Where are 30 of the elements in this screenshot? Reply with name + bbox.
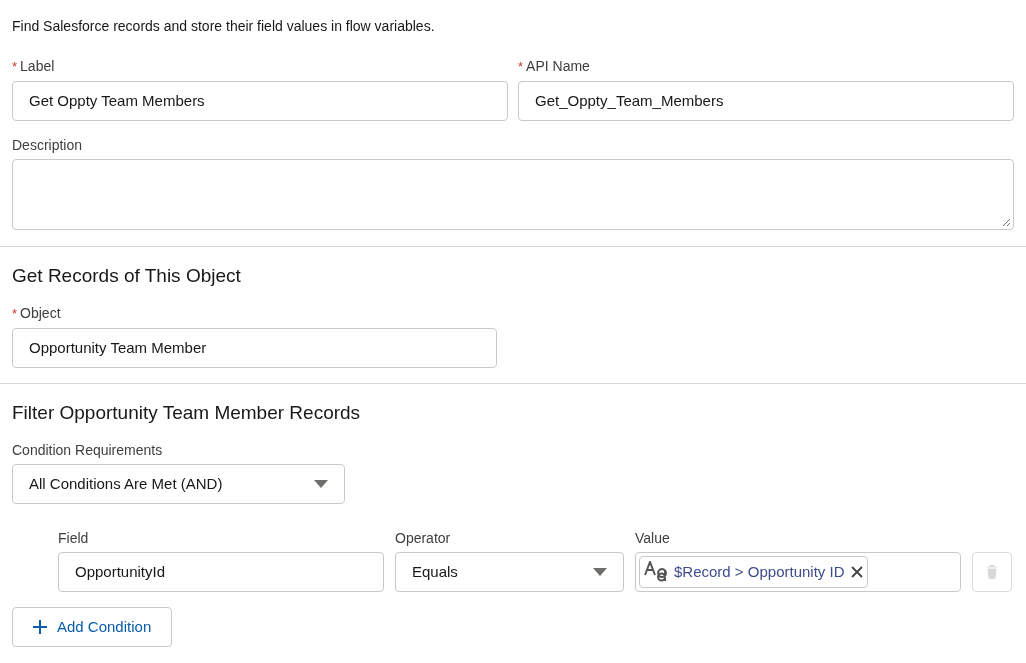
text-input[interactable]: Get Oppty Team Members <box>12 81 508 121</box>
field-label: Object <box>20 304 61 323</box>
caret-down-icon <box>314 480 328 488</box>
value-pill[interactable]: $Record > Opportunity ID <box>639 556 868 588</box>
required-asterisk: * <box>12 58 18 76</box>
resize-handle-icon[interactable] <box>1002 218 1011 227</box>
add-condition-button[interactable]: Add Condition <box>12 607 173 647</box>
operator-dropdown[interactable]: Equals <box>395 552 624 592</box>
text-input[interactable]: Opportunity Team Member <box>12 328 497 368</box>
value-input[interactable]: $Record > Opportunity ID <box>635 552 961 592</box>
caret-down-icon <box>593 568 607 576</box>
text-type-icon <box>644 561 668 583</box>
condition-requirements-dropdown[interactable]: All Conditions Are Met (AND) <box>12 464 345 504</box>
trash-icon <box>986 565 998 579</box>
required-asterisk: * <box>518 58 524 76</box>
field-label: Description <box>12 136 83 155</box>
close-icon[interactable] <box>850 566 863 578</box>
field-label: Condition Requirements <box>12 441 163 460</box>
column-label: Value <box>635 529 671 548</box>
intro-text: Find Salesforce records and store their field values in flow variables. <box>12 17 436 36</box>
required-asterisk: * <box>12 305 18 323</box>
text-input[interactable]: Get_Oppty_Team_Members <box>518 81 1014 121</box>
field-label: Label <box>20 57 55 76</box>
section-heading: Filter Opportunity Team Member Records <box>12 401 362 425</box>
text-input[interactable]: OpportunityId <box>58 552 384 592</box>
plus-icon <box>33 620 47 634</box>
field-label: API Name <box>526 57 590 76</box>
column-label: Operator <box>395 529 452 548</box>
column-label: Field <box>58 529 90 548</box>
section-heading: Get Records of This Object <box>12 264 242 288</box>
